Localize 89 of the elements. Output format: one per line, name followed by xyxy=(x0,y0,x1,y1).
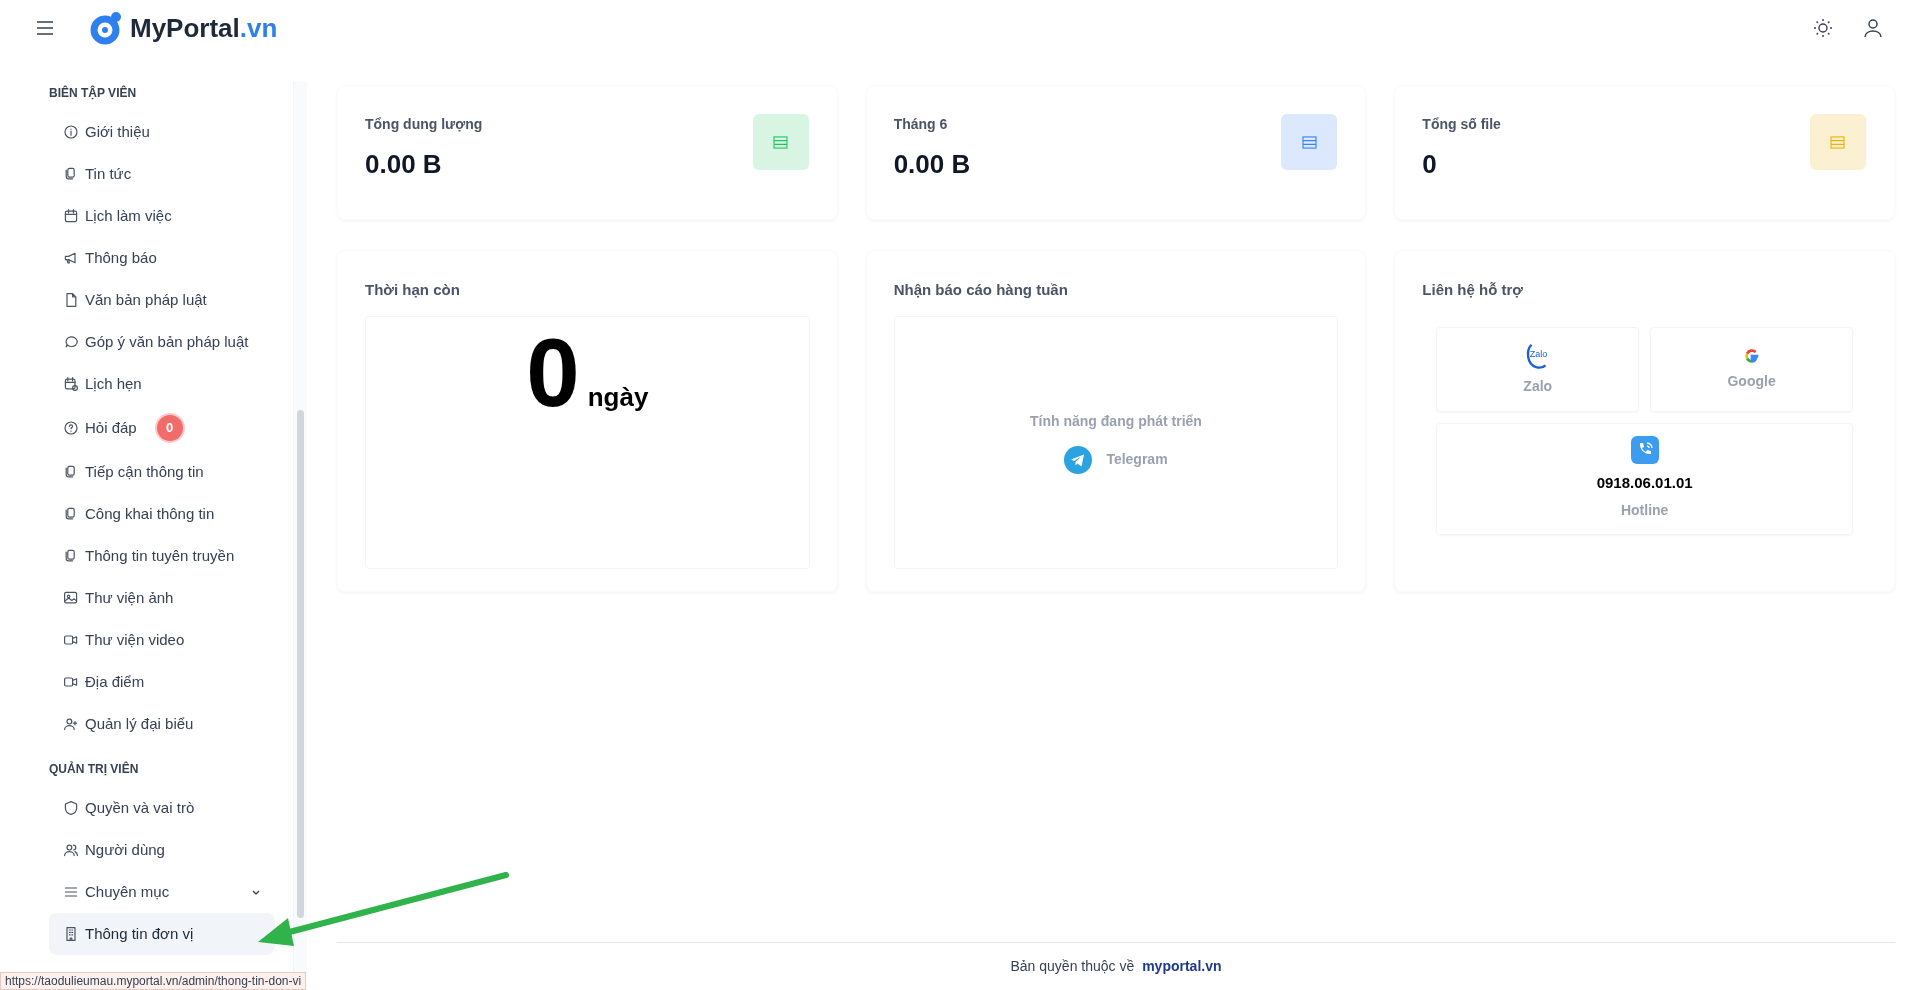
item-label: Địa điểm xyxy=(85,671,145,692)
item-label: Giới thiệu xyxy=(85,121,150,142)
help-icon xyxy=(63,420,79,436)
table-icon xyxy=(773,135,789,149)
video-camera-icon xyxy=(63,632,79,648)
contact-label: Google xyxy=(1727,371,1776,391)
calendar-clock-icon xyxy=(63,376,79,392)
sidebar-item[interactable]: Thông tin đơn vị xyxy=(49,913,275,955)
days-unit: ngày xyxy=(587,380,649,414)
stat-label: Tổng dung lượng xyxy=(365,115,484,134)
item-label: Tin tức xyxy=(85,163,132,184)
telegram-icon[interactable] xyxy=(1064,445,1093,474)
item-label: Quản lý đại biểu xyxy=(85,713,194,734)
building-icon xyxy=(63,926,79,942)
user-icon[interactable] xyxy=(1863,17,1883,38)
footer-link[interactable]: myportal.vn xyxy=(1142,958,1222,974)
copyright-text: Bản quyền thuộc về myportal.vn xyxy=(1010,957,1222,976)
sidebar-item[interactable]: Góp ý văn bản pháp luật xyxy=(49,321,275,363)
stat-value: 0 xyxy=(1422,148,1438,181)
contact-label: Zalo xyxy=(1523,376,1553,396)
sidebar-item[interactable]: Tin tức xyxy=(49,153,275,195)
sidebar-item[interactable]: Công khai thông tin xyxy=(49,493,275,535)
item-label: Công khai thông tin xyxy=(85,503,215,524)
image-icon xyxy=(63,590,79,606)
card-title: Thời hạn còn xyxy=(365,280,461,300)
sun-icon[interactable] xyxy=(1813,17,1833,38)
phone-number: 0918.06.01.01 xyxy=(1596,472,1693,493)
item-label: Văn bản pháp luật xyxy=(85,289,207,310)
count-badge: 0 xyxy=(156,415,183,441)
sidebar-item[interactable]: Chuyên mục xyxy=(49,871,275,913)
user-plus-icon xyxy=(63,716,79,732)
calendar-icon xyxy=(63,208,79,224)
item-label: Hỏi đáp xyxy=(85,417,137,438)
item-label: Chuyên mục xyxy=(85,881,170,902)
item-label: Người dùng xyxy=(85,839,165,860)
card-title: Liên hệ hỗ trợ xyxy=(1422,280,1524,300)
users-icon xyxy=(63,842,79,858)
file-icon xyxy=(63,292,79,308)
hotline-card[interactable]: 0918.06.01.01 Hotline xyxy=(1436,422,1853,535)
logo-icon xyxy=(90,10,124,45)
item-label: Thông báo xyxy=(85,247,157,268)
table-icon xyxy=(1830,135,1846,149)
remaining-days-value: 0 xyxy=(526,324,580,421)
stat-value: 0.00 B xyxy=(365,148,443,181)
item-label: Thư viện video xyxy=(85,629,185,650)
sidebar-item[interactable]: Văn bản pháp luật xyxy=(49,279,275,321)
card-title: Nhận báo cáo hàng tuần xyxy=(893,280,1069,300)
sidebar-item[interactable]: Thư viện video xyxy=(49,619,275,661)
sidebar-item[interactable]: Lịch làm việc xyxy=(49,195,275,237)
chat-bubble-icon xyxy=(63,334,79,350)
section-heading: QUẢN TRỊ VIÊN xyxy=(49,760,140,778)
sidebar-item[interactable]: Quản lý đại biểu xyxy=(49,703,275,745)
table-icon xyxy=(1301,135,1317,149)
shield-icon xyxy=(63,800,79,816)
list-icon xyxy=(63,884,79,900)
menu-icon[interactable] xyxy=(36,20,54,35)
phone-icon xyxy=(1630,435,1659,464)
item-label: Quyền và vai trò xyxy=(85,797,195,818)
sidebar-item[interactable]: Lịch hẹn xyxy=(49,363,275,405)
sidebar-item[interactable]: Địa điểm xyxy=(49,661,275,703)
stat-label: Tổng số file xyxy=(1422,115,1502,134)
section-heading: BIÊN TẬP VIÊN xyxy=(49,84,138,102)
sidebar-item[interactable]: Tiếp cận thông tin xyxy=(49,451,275,493)
item-label: Tiếp cận thông tin xyxy=(85,461,204,482)
item-label: Thông tin đơn vị xyxy=(85,923,194,944)
stat-label: Tháng 6 xyxy=(893,115,949,134)
item-label: Lịch hẹn xyxy=(85,373,142,394)
scrollbar-thumb[interactable] xyxy=(297,410,304,918)
sidebar-item[interactable]: Hỏi đáp 0 xyxy=(49,405,275,451)
development-notice: Tính năng đang phát triển xyxy=(1030,411,1202,431)
megaphone-icon xyxy=(63,250,79,266)
sidebar-item[interactable]: Quyền và vai trò xyxy=(49,787,275,829)
item-label: Lịch làm việc xyxy=(85,205,172,226)
item-label: Thư viện ảnh xyxy=(85,587,174,608)
stat-value: 0.00 B xyxy=(893,148,972,181)
sidebar-item[interactable]: Người dùng xyxy=(49,829,275,871)
contact-card[interactable]: Zalo Zalo xyxy=(1436,326,1640,412)
sidebar-item[interactable]: Thông tin tuyên truyền xyxy=(49,535,275,577)
status-url: https://taodulieumau.myportal.vn/admin/thong-tin-don-vi xyxy=(0,972,307,990)
item-label: Thông tin tuyên truyền xyxy=(85,545,235,566)
item-label: Góp ý văn bản pháp luật xyxy=(85,331,249,352)
contact-label: Hotline xyxy=(1620,501,1669,521)
sidebar-item[interactable]: Thông báo xyxy=(49,237,275,279)
sidebar-item[interactable]: Thư viện ảnh xyxy=(49,577,275,619)
video-camera-icon xyxy=(63,674,79,690)
google-logo-icon xyxy=(1742,346,1761,365)
sidebar-item[interactable]: Giới thiệu xyxy=(49,111,275,153)
logo-text: MyPortal.vn xyxy=(130,14,278,41)
info-icon xyxy=(63,124,79,140)
